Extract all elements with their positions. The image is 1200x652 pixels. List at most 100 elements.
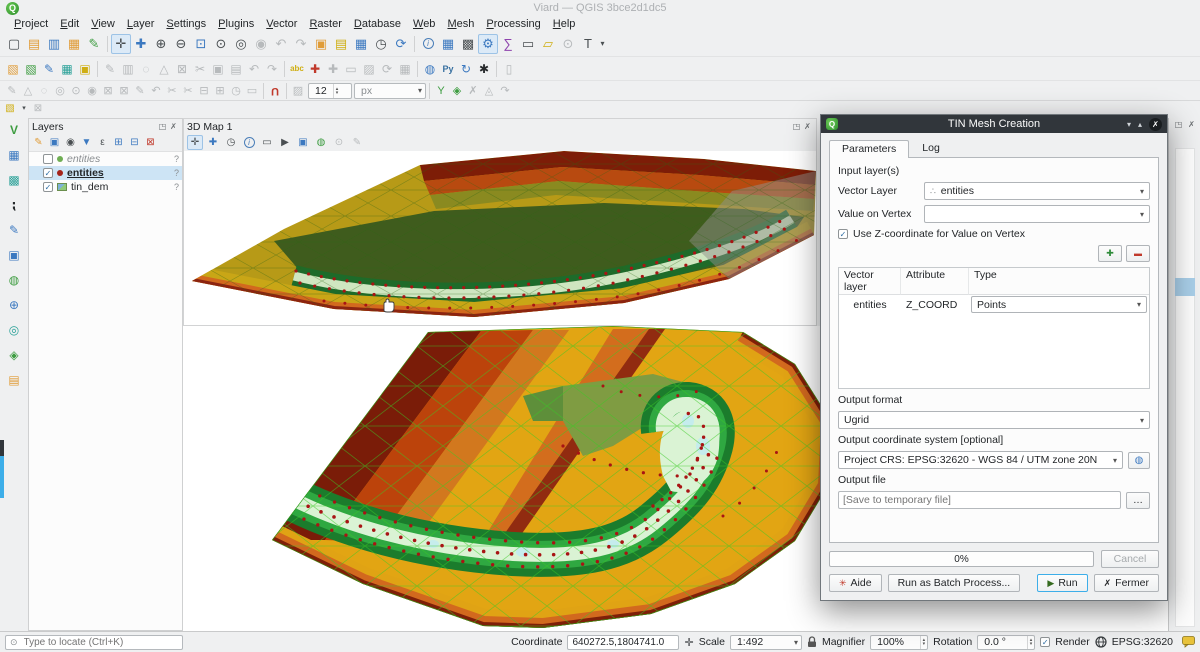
layer-indicator-icon[interactable]: ? bbox=[174, 168, 179, 178]
identify-features-icon[interactable]: i bbox=[418, 34, 438, 54]
snapping-magnet-icon[interactable]: U bbox=[267, 83, 283, 98]
paste-features-icon[interactable]: ▤ bbox=[227, 60, 245, 78]
new-project-icon[interactable]: ▢ bbox=[4, 34, 24, 54]
vertex-tool-icon[interactable]: △ bbox=[155, 60, 173, 78]
add-wms-layer-icon[interactable]: ◍ bbox=[4, 271, 24, 289]
menu-layer[interactable]: Layer bbox=[121, 18, 161, 30]
split-parts-icon[interactable]: ✂ bbox=[180, 83, 196, 98]
menu-view[interactable]: View bbox=[85, 18, 121, 30]
add-vector-tile-layer-icon[interactable]: ◈ bbox=[4, 346, 24, 364]
annotation-dropdown-icon[interactable]: ▾ bbox=[598, 34, 607, 54]
map3d-viewport[interactable] bbox=[184, 151, 816, 325]
zoom-in-icon[interactable]: ⊕ bbox=[151, 34, 171, 54]
layer-label[interactable]: tin_dem bbox=[71, 181, 108, 193]
filter-expression-icon[interactable]: ε bbox=[95, 135, 110, 150]
close-panel-icon[interactable]: ✗ bbox=[802, 122, 813, 131]
toggle-editing-icon[interactable]: ✎ bbox=[101, 60, 119, 78]
dialog-shade-icon[interactable]: ▾ bbox=[1127, 120, 1131, 129]
lock-icon[interactable] bbox=[807, 636, 817, 648]
manage-visibility-icon[interactable]: ◉ bbox=[63, 135, 78, 150]
expand-all-icon[interactable]: ⊞ bbox=[111, 135, 126, 150]
new-geopackage-layer-icon[interactable]: ⁏ bbox=[4, 196, 24, 214]
table-row[interactable]: entities Z_COORD Points ▾ bbox=[839, 295, 1149, 314]
locate-box[interactable]: ⊙ bbox=[5, 635, 183, 650]
add-wcs-layer-icon[interactable]: ⊕ bbox=[4, 296, 24, 314]
tab-parameters[interactable]: Parameters bbox=[829, 140, 909, 158]
zoom-out-icon[interactable]: ⊖ bbox=[171, 34, 191, 54]
delete-part-icon[interactable]: ⊠ bbox=[116, 83, 132, 98]
rotate-point-icon[interactable]: ◷ bbox=[228, 83, 244, 98]
add-feature-icon[interactable]: ◌ bbox=[137, 60, 155, 78]
select-crs-button[interactable]: ◍ bbox=[1128, 452, 1150, 469]
new-temp-scratch-icon[interactable]: ▣ bbox=[76, 60, 94, 78]
temporal-controller-icon[interactable]: ◷ bbox=[371, 34, 391, 54]
first-aid-debug-icon[interactable]: ✱ bbox=[475, 60, 493, 78]
measure-icon[interactable]: ▭ bbox=[518, 34, 538, 54]
menu-help[interactable]: Help bbox=[547, 18, 582, 30]
redo-icon[interactable]: ↷ bbox=[263, 60, 281, 78]
offset-curve-icon[interactable]: ↶ bbox=[148, 83, 164, 98]
remove-layer-icon[interactable]: ⊠ bbox=[143, 135, 158, 150]
layer-row-entities[interactable]: ✓ entities ? bbox=[29, 166, 182, 180]
bookmarks-icon[interactable]: ▦ bbox=[351, 34, 371, 54]
dock-scroll-thumb[interactable] bbox=[1175, 278, 1195, 296]
new-shapefile-icon[interactable]: ✎ bbox=[40, 60, 58, 78]
trim-extend-icon[interactable]: ▭ bbox=[244, 83, 260, 98]
refresh-map-icon[interactable]: ⟳ bbox=[391, 34, 411, 54]
new-geopackage-icon[interactable]: ▧ bbox=[22, 60, 40, 78]
pan-map-icon[interactable]: ✛ bbox=[111, 34, 131, 54]
digitize-with-segment-icon[interactable]: ▨ bbox=[290, 83, 306, 98]
delete-ring-icon[interactable]: ⊠ bbox=[100, 83, 116, 98]
font-size-spinner[interactable]: 12 ▴▾ bbox=[308, 83, 352, 99]
add-group-icon[interactable]: ▣ bbox=[47, 135, 62, 150]
output-file-input[interactable] bbox=[838, 491, 1121, 509]
measure-3d-icon[interactable]: ▭ bbox=[259, 135, 275, 150]
deselect-icon[interactable]: ⊠ bbox=[30, 101, 46, 115]
animations-icon[interactable]: ◷ bbox=[223, 135, 239, 150]
new-raster-layer-icon[interactable]: ▦ bbox=[4, 146, 24, 164]
crs-status[interactable]: EPSG:32620 bbox=[1112, 636, 1173, 648]
change-label-icon[interactable]: ▦ bbox=[396, 60, 414, 78]
zoom-full-icon[interactable]: ⊡ bbox=[191, 34, 211, 54]
layer-labeling-icon[interactable]: abc bbox=[288, 60, 306, 78]
plugin-placeholder-icon[interactable]: ▯ bbox=[500, 60, 518, 78]
copy-features-icon[interactable]: ▣ bbox=[209, 60, 227, 78]
fill-ring-icon[interactable]: ◉ bbox=[84, 83, 100, 98]
value-on-vertex-combo[interactable]: ▾ bbox=[924, 205, 1150, 223]
menu-raster[interactable]: Raster bbox=[303, 18, 347, 30]
render-checkbox[interactable]: ✓ bbox=[1040, 637, 1050, 647]
save-image-icon[interactable]: ▣ bbox=[295, 135, 311, 150]
batch-process-button[interactable]: Run as Batch Process... bbox=[888, 574, 1021, 592]
help-button[interactable]: ✳ Aide bbox=[829, 574, 882, 592]
layer-indicator-icon[interactable]: ? bbox=[174, 154, 179, 164]
identify-3d-icon[interactable]: i bbox=[241, 135, 257, 150]
menu-project[interactable]: Project bbox=[8, 18, 54, 30]
menu-mesh[interactable]: Mesh bbox=[441, 18, 480, 30]
rotate-feature-icon[interactable]: △ bbox=[20, 83, 36, 98]
processing-toolbox-icon[interactable]: ⚙ bbox=[478, 34, 498, 54]
add-ring-icon[interactable]: ◎ bbox=[52, 83, 68, 98]
mesh-transform-icon[interactable]: ↷ bbox=[497, 83, 513, 98]
zoom-to-layer-icon[interactable]: ◎ bbox=[231, 34, 251, 54]
new-spatialite-layer-icon[interactable]: ✎ bbox=[4, 221, 24, 239]
merge-features-icon[interactable]: ⊟ bbox=[196, 83, 212, 98]
add-point-cloud-layer-icon[interactable]: ▤ bbox=[4, 371, 24, 389]
map-tips-icon[interactable]: ▱ bbox=[538, 34, 558, 54]
effects-icon[interactable]: ⊙ bbox=[331, 135, 347, 150]
messages-icon[interactable] bbox=[1182, 636, 1195, 648]
units-combo[interactable]: px ▾ bbox=[354, 83, 426, 99]
extents-icon[interactable]: ✛ bbox=[684, 636, 693, 649]
add-row-button[interactable]: ✚ bbox=[1098, 245, 1122, 262]
layer-row-entities-hidden[interactable]: entities ? bbox=[29, 152, 182, 166]
layer-checkbox[interactable]: ✓ bbox=[43, 168, 53, 178]
attribute-table-icon[interactable]: ▦ bbox=[438, 34, 458, 54]
remove-row-button[interactable]: ▬ bbox=[1126, 245, 1150, 262]
field-calculator-icon[interactable]: ▩ bbox=[458, 34, 478, 54]
rotation-spinner[interactable]: 0.0 ° ▴▾ bbox=[977, 635, 1035, 650]
new-mesh-layer-icon[interactable]: ▩ bbox=[4, 171, 24, 189]
open-project-icon[interactable]: ▤ bbox=[24, 34, 44, 54]
merge-attrs-icon[interactable]: ⊞ bbox=[212, 83, 228, 98]
crs-globe-icon[interactable] bbox=[1095, 636, 1107, 648]
menu-edit[interactable]: Edit bbox=[54, 18, 85, 30]
spinner-arrows-icon[interactable]: ▴▾ bbox=[920, 636, 928, 649]
